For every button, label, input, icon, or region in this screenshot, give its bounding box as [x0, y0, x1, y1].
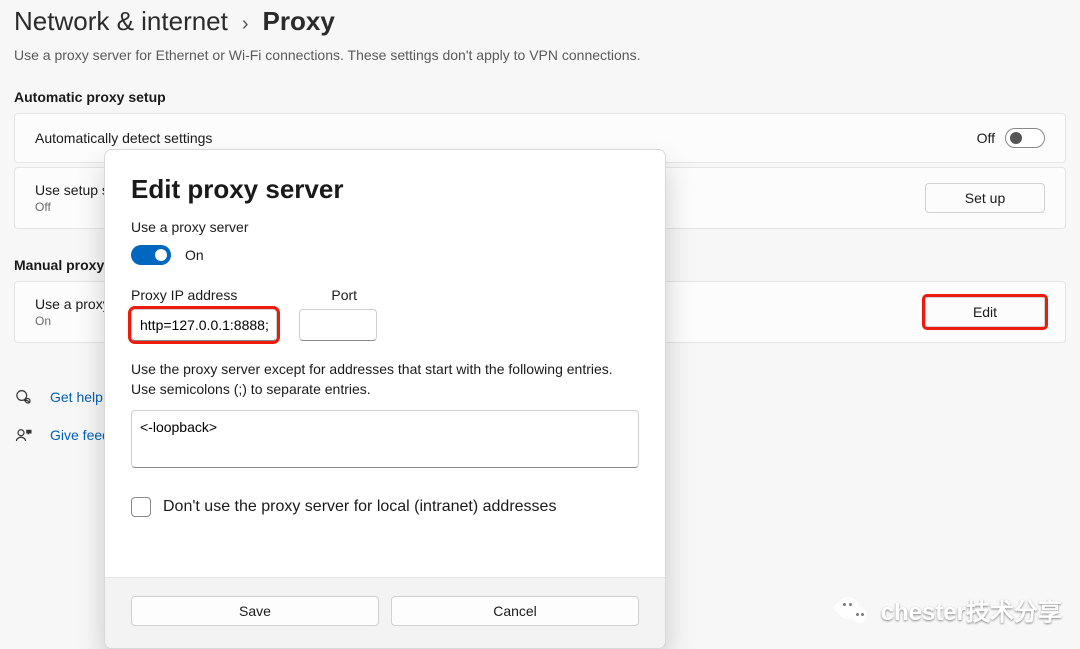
toggle-state-label: On — [185, 247, 204, 263]
proxy-ip-input[interactable] — [131, 309, 277, 341]
cancel-button[interactable]: Cancel — [391, 596, 639, 626]
modal-overlay: Edit proxy server Use a proxy server On … — [0, 0, 1080, 649]
port-label: Port — [331, 287, 357, 303]
toggle-use-proxy[interactable] — [131, 245, 171, 265]
dialog-title: Edit proxy server — [131, 174, 639, 205]
port-input[interactable] — [299, 309, 377, 341]
edit-proxy-dialog: Edit proxy server Use a proxy server On … — [104, 149, 666, 649]
wechat-icon — [837, 593, 871, 627]
local-bypass-label: Don't use the proxy server for local (in… — [163, 498, 556, 516]
dialog-footer: Save Cancel — [105, 577, 665, 648]
use-proxy-label: Use a proxy server — [131, 219, 639, 235]
exceptions-input[interactable]: <-loopback> — [131, 410, 639, 468]
exceptions-help-text: Use the proxy server except for addresse… — [131, 359, 639, 400]
watermark: chester技术分享 — [837, 592, 1062, 627]
save-button[interactable]: Save — [131, 596, 379, 626]
local-bypass-checkbox[interactable] — [131, 497, 151, 517]
proxy-ip-label: Proxy IP address — [131, 287, 237, 303]
watermark-text: chester技术分享 — [881, 592, 1062, 627]
